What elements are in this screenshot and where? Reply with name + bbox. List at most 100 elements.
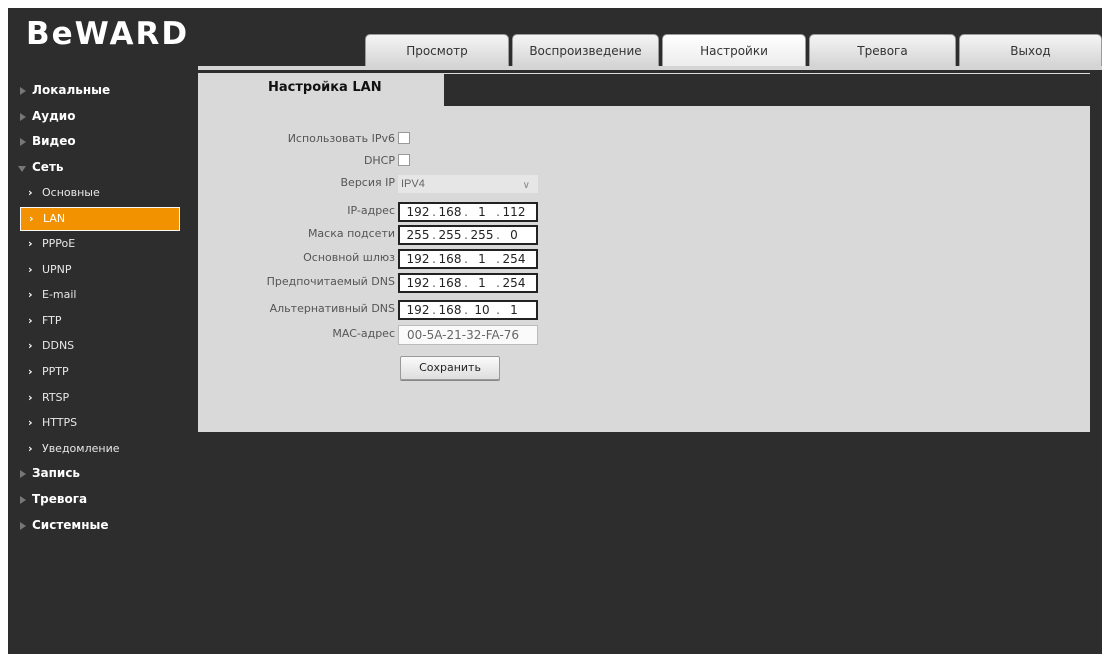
sidebar-item-audio[interactable]: Аудио bbox=[8, 104, 198, 130]
ip-octet: 255 bbox=[406, 228, 430, 242]
ip-address-input[interactable]: 192. 168. 1. 112 bbox=[398, 202, 538, 222]
tab-settings[interactable]: Настройки bbox=[662, 34, 806, 66]
ip-octet: 112 bbox=[502, 205, 526, 219]
ip-octet: 192 bbox=[406, 276, 430, 290]
ipv6-checkbox[interactable] bbox=[398, 132, 410, 144]
tab-logout[interactable]: Выход bbox=[959, 34, 1102, 66]
gateway-input[interactable]: 192. 168. 1. 254 bbox=[398, 249, 538, 269]
sidebar-item-pptp[interactable]: › PPTP bbox=[8, 359, 198, 385]
sidebar-item-label: Аудио bbox=[32, 108, 76, 123]
dhcp-row: DHCP bbox=[198, 151, 1090, 173]
sidebar-item-email[interactable]: › E-mail bbox=[8, 282, 198, 308]
ip-octet: 192 bbox=[406, 205, 430, 219]
alternate-dns-input[interactable]: 192. 168. 10. 1 bbox=[398, 300, 538, 320]
tab-underline bbox=[198, 66, 1102, 70]
sidebar-item-label: Локальные bbox=[32, 83, 111, 97]
sidebar-item-label: DDNS bbox=[42, 339, 75, 353]
sidebar-item-label: E-mail bbox=[42, 288, 77, 302]
sidebar-item-notification[interactable]: › Уведомление bbox=[8, 436, 198, 462]
sidebar-item-basic[interactable]: › Основные bbox=[8, 180, 198, 206]
ipv6-row: Использовать IPv6 bbox=[198, 129, 1090, 151]
sidebar-item-label: LAN bbox=[43, 211, 66, 225]
mac-row: MAC-адрес 00-5A-21-32-FA-76 bbox=[198, 324, 1090, 346]
sidebar-item-label: Системные bbox=[32, 517, 109, 532]
sidebar-menu: Локальные Аудио Видео Сеть › Основные › LA… bbox=[8, 78, 198, 538]
chevron-right-icon: › bbox=[29, 211, 34, 225]
sidebar-item-network[interactable]: Сеть bbox=[8, 155, 198, 181]
panel-title: Настройка LAN bbox=[268, 80, 382, 95]
sidebar-item-label: PPTP bbox=[42, 364, 69, 378]
chevron-down-icon: ∨ bbox=[522, 180, 530, 191]
mac-address-field: 00-5A-21-32-FA-76 bbox=[398, 325, 538, 345]
ipv6-label: Использовать IPv6 bbox=[287, 132, 395, 145]
beward-logo: BeWARD bbox=[26, 16, 190, 52]
sidebar-item-https[interactable]: › HTTPS bbox=[8, 410, 198, 436]
preferred-dns-input[interactable]: 192. 168. 1. 254 bbox=[398, 273, 538, 293]
collapsed-triangle-icon bbox=[20, 87, 26, 95]
sidebar-item-label: Тревога bbox=[32, 491, 88, 506]
alternate-dns-row: Альтернативный DNS 192. 168. 10. 1 bbox=[198, 299, 1090, 321]
sidebar-item-alarm[interactable]: Тревога bbox=[8, 487, 198, 513]
sidebar-item-rtsp[interactable]: › RTSP bbox=[8, 385, 198, 411]
preferred-dns-row: Предпочитаемый DNS 192. 168. 1. 254 bbox=[198, 272, 1090, 294]
ip-octet: 1 bbox=[478, 205, 486, 219]
chevron-right-icon: › bbox=[28, 262, 33, 276]
sidebar-item-label: Видео bbox=[32, 134, 76, 149]
sidebar-item-label: PPPoE bbox=[42, 236, 76, 250]
ip-octet: 1 bbox=[510, 303, 518, 317]
save-button[interactable]: Сохранить bbox=[400, 356, 500, 380]
chevron-right-icon: › bbox=[28, 416, 33, 430]
expanded-triangle-icon bbox=[18, 165, 26, 172]
ip-address-label: IP-адрес bbox=[347, 204, 395, 217]
sidebar-item-label: Сеть bbox=[32, 159, 64, 174]
collapsed-triangle-icon bbox=[20, 470, 26, 479]
collapsed-triangle-icon bbox=[20, 495, 26, 504]
preferred-dns-label: Предпочитаемый DNS bbox=[266, 275, 395, 288]
sidebar-item-record[interactable]: Запись bbox=[8, 461, 198, 487]
dhcp-label: DHCP bbox=[363, 154, 395, 167]
sidebar-item-pppoe[interactable]: › PPPoE bbox=[8, 231, 198, 257]
subnet-mask-label: Маска подсети bbox=[307, 227, 395, 240]
collapsed-triangle-icon bbox=[20, 521, 26, 530]
sidebar-item-ftp[interactable]: › FTP bbox=[8, 308, 198, 334]
gateway-row: Основной шлюз 192. 168. 1. 254 bbox=[198, 248, 1090, 270]
sidebar-item-label: RTSP bbox=[42, 390, 70, 404]
chevron-right-icon: › bbox=[28, 364, 33, 378]
sidebar-item-lan[interactable]: › LAN bbox=[20, 206, 180, 231]
chevron-right-icon: › bbox=[28, 390, 33, 404]
panel-tab: Настройка LAN bbox=[198, 74, 444, 106]
sidebar-item-label: Основные bbox=[42, 186, 100, 200]
sidebar-item-local[interactable]: Локальные bbox=[8, 78, 198, 104]
ip-version-select[interactable]: IPV4 ∨ bbox=[398, 175, 538, 193]
ip-version-row: Версия IP IPV4 ∨ bbox=[198, 173, 1090, 195]
sidebar-item-video[interactable]: Видео bbox=[8, 129, 198, 155]
sidebar-item-ddns[interactable]: › DDNS bbox=[8, 333, 198, 359]
ip-octet: 168 bbox=[438, 303, 462, 317]
app-frame: BeWARD Просмотр Воспроизведение Настройк… bbox=[8, 8, 1102, 654]
panel-header-spacer bbox=[444, 74, 1090, 106]
subnet-mask-row: Маска подсети 255. 255. 255. 0 bbox=[198, 224, 1090, 246]
sidebar-item-label: UPNP bbox=[42, 262, 72, 276]
ip-octet: 168 bbox=[438, 205, 462, 219]
sidebar-item-upnp[interactable]: › UPNP bbox=[8, 257, 198, 283]
ip-octet: 1 bbox=[478, 252, 486, 266]
collapsed-triangle-icon bbox=[20, 138, 26, 147]
subnet-mask-input[interactable]: 255. 255. 255. 0 bbox=[398, 225, 538, 245]
mac-label: MAC-адрес bbox=[332, 327, 395, 340]
chevron-right-icon: › bbox=[28, 313, 33, 327]
tab-playback[interactable]: Воспроизведение bbox=[512, 34, 659, 66]
chevron-right-icon: › bbox=[28, 186, 33, 200]
sidebar-item-label: FTP bbox=[42, 313, 62, 327]
chevron-right-icon: › bbox=[28, 339, 33, 353]
sidebar-item-system[interactable]: Системные bbox=[8, 513, 198, 539]
ip-version-label: Версия IP bbox=[340, 176, 395, 189]
chevron-right-icon: › bbox=[28, 236, 33, 250]
sidebar-item-label: Запись bbox=[32, 466, 81, 481]
sidebar-item-label: Уведомление bbox=[42, 441, 120, 455]
tab-alarm[interactable]: Тревога bbox=[809, 34, 956, 66]
tab-preview[interactable]: Просмотр bbox=[365, 34, 509, 66]
ip-octet: 168 bbox=[438, 276, 462, 290]
ip-octet: 254 bbox=[502, 252, 526, 266]
dhcp-checkbox[interactable] bbox=[398, 154, 410, 166]
ip-version-value: IPV4 bbox=[401, 178, 425, 190]
